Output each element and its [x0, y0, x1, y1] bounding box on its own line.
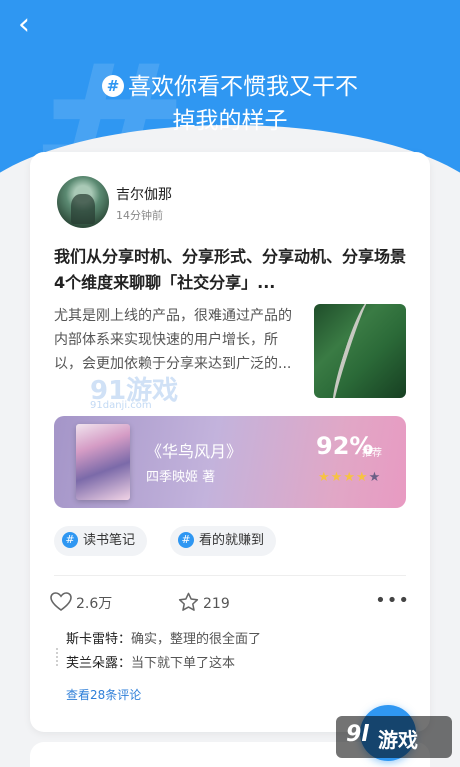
view-all-comments-link[interactable]: 查看28条评论 — [66, 686, 141, 703]
star-icon: ★ — [318, 470, 331, 485]
book-author: 四季映姬 著 — [146, 470, 216, 485]
heart-icon — [50, 592, 72, 611]
post-time: 14分钟前 — [116, 209, 163, 222]
action-bar: 2.6万 219 ••• — [50, 592, 410, 616]
book-cover — [76, 424, 130, 500]
site-logo-number: 9l — [346, 722, 369, 747]
post-thumbnail[interactable] — [314, 304, 406, 398]
more-dots-icon[interactable]: ••• — [375, 592, 410, 610]
rating-stars: ★★★★★ — [318, 470, 381, 485]
divider — [54, 575, 406, 576]
star-icon: ★ — [330, 470, 344, 485]
tag-label: 读书笔记 — [83, 533, 136, 548]
comment-text: 确实，整理的很全面了 — [131, 632, 262, 647]
watermark-subtext: 91danji.com — [90, 400, 152, 411]
topic-title-line1: 喜欢你看不惯我又干不 — [128, 74, 358, 100]
tag-reading-notes[interactable]: # 读书笔记 — [54, 526, 148, 556]
topic-title: # 喜欢你看不惯我又干不 掉我的样子 — [70, 70, 390, 138]
tag-label: 看的就赚到 — [199, 533, 265, 548]
like-count: 2.6万 — [76, 596, 113, 612]
book-title: 《华鸟风月》 — [146, 442, 243, 461]
comment-list: 斯卡雷特：确实，整理的很全面了 芙兰朵露：当下就下单了这本 — [54, 628, 406, 676]
topic-hash-icon: # — [102, 75, 124, 97]
avatar[interactable] — [57, 176, 109, 228]
site-logo: 9l 游戏 — [336, 716, 452, 758]
comment-user: 斯卡雷特： — [66, 632, 132, 647]
hash-icon: # — [178, 532, 194, 548]
chevron-left-icon[interactable]: ‹ — [18, 10, 52, 44]
tag-worth-it[interactable]: # 看的就赚到 — [170, 526, 277, 556]
author-name[interactable]: 吉尔伽那 — [116, 184, 172, 204]
site-logo-name: 游戏 — [378, 728, 418, 752]
hash-icon: # — [62, 532, 78, 548]
comment-user: 芙兰朵露： — [66, 656, 132, 671]
post-title[interactable]: 我们从分享时机、分享形式、分享动机、分享场景4个维度来聊聊「社交分享」... — [54, 244, 410, 296]
star-empty-icon: ★ — [368, 470, 382, 485]
favorite-button[interactable]: 219 — [178, 592, 230, 615]
comment-item[interactable]: 斯卡雷特：确实，整理的很全面了 — [54, 628, 406, 666]
comment-item[interactable]: 芙兰朵露：当下就下单了这本 — [54, 652, 406, 676]
topic-title-line2: 掉我的样子 — [172, 108, 288, 134]
like-button[interactable]: 2.6万 — [50, 592, 112, 615]
post-card[interactable]: 吉尔伽那 14分钟前 我们从分享时机、分享形式、分享动机、分享场景4个维度来聊聊… — [30, 152, 430, 732]
favorite-count: 219 — [203, 596, 230, 612]
comment-text: 当下就下单了这本 — [131, 656, 236, 671]
star-icon: ★ — [355, 470, 369, 485]
post-excerpt[interactable]: 尤其是刚上线的产品，很难通过产品的内部体系来实现快速的用户增长，所以，会更加依赖… — [54, 304, 304, 376]
book-card[interactable]: 《华鸟风月》 四季映姬 著 92% 推荐 ★★★★★ — [54, 416, 406, 508]
star-outline-icon — [178, 592, 199, 611]
recommend-label: 推荐 — [362, 448, 382, 459]
star-icon: ★ — [343, 470, 356, 485]
